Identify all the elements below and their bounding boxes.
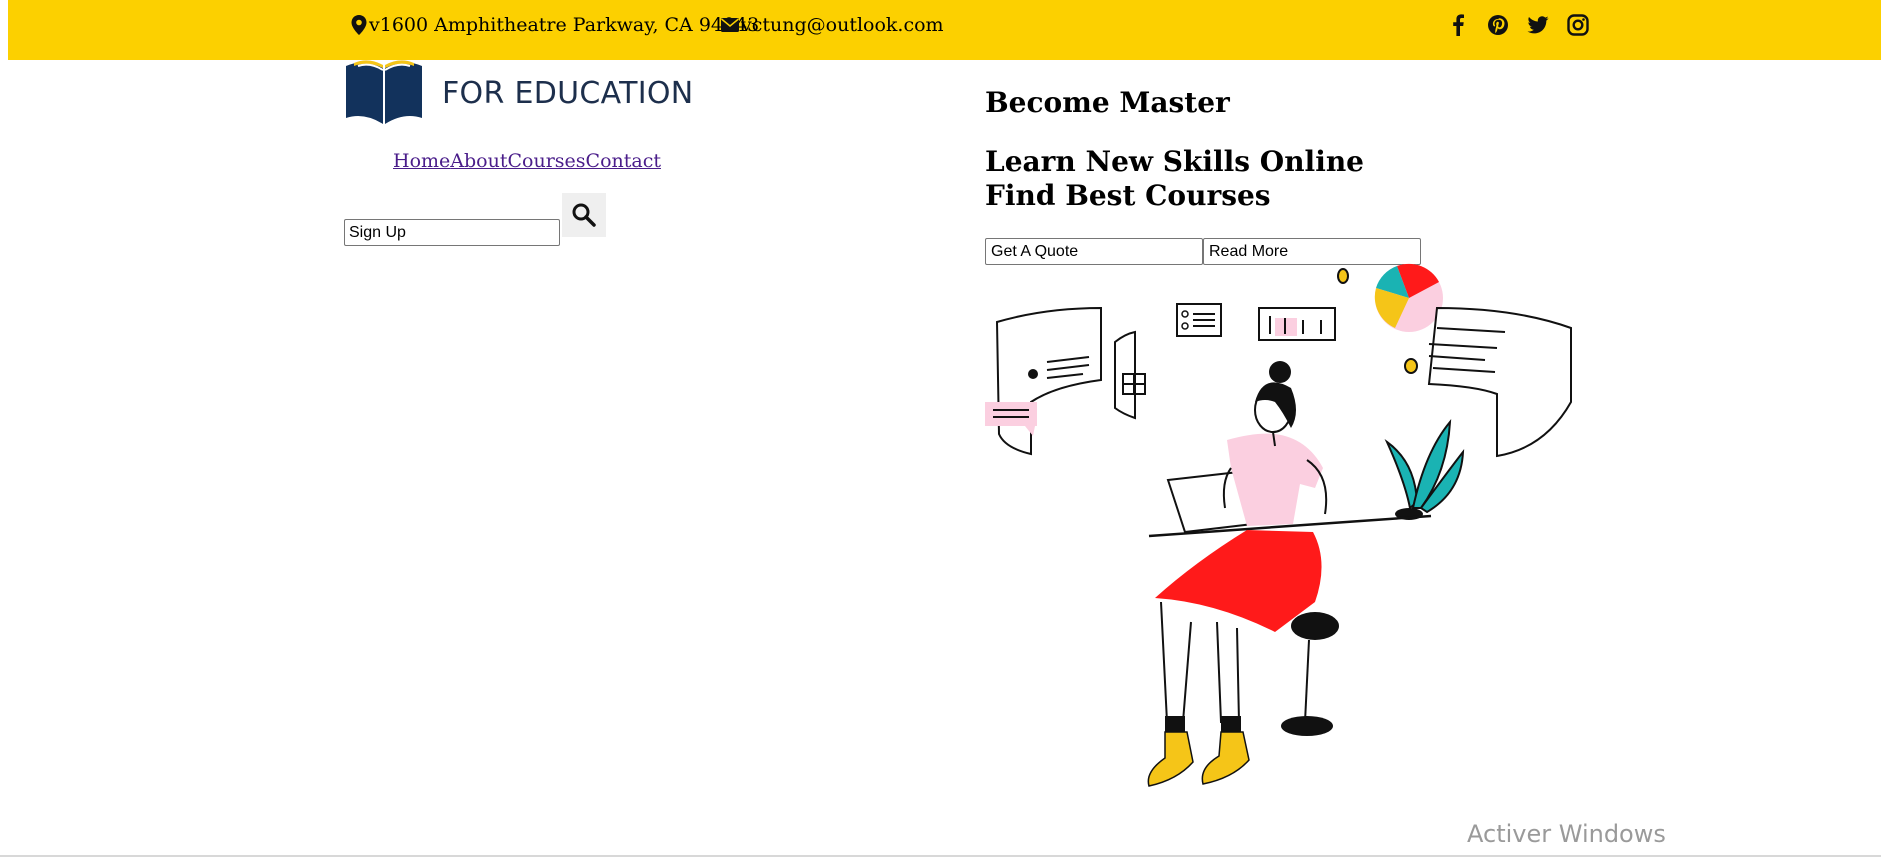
- twitter-icon[interactable]: [1526, 13, 1550, 37]
- pinterest-icon[interactable]: [1486, 13, 1510, 37]
- address-info: v1600 Amphitheatre Parkway, CA 94043: [350, 14, 759, 36]
- search-button[interactable]: [562, 193, 606, 237]
- hero-illustration: [985, 263, 1572, 787]
- hero-eyebrow: Become Master: [985, 86, 1230, 119]
- top-bar: v1600 Amphitheatre Parkway, CA 94043 vct…: [8, 0, 1881, 60]
- search-icon: [572, 203, 596, 227]
- instagram-icon[interactable]: [1566, 13, 1590, 37]
- nav-courses-link[interactable]: Courses: [507, 150, 585, 172]
- windows-activation-watermark: Activer Windows: [1467, 820, 1666, 848]
- get-quote-button[interactable]: [985, 238, 1203, 265]
- logo-text: FOR EDUCATION: [442, 75, 694, 111]
- hero-headline-line1: Learn New Skills Online: [985, 145, 1364, 178]
- location-pin-icon: [351, 15, 367, 35]
- main-nav: Home About Courses Contact: [393, 150, 661, 172]
- email-text: vctung@outlook.com: [741, 14, 944, 36]
- hero-headline: Learn New Skills Online Find Best Course…: [985, 145, 1364, 213]
- nav-about-link[interactable]: About: [450, 150, 507, 172]
- open-book-icon: [346, 60, 422, 124]
- nav-home-link[interactable]: Home: [393, 150, 450, 172]
- hero-headline-line2: Find Best Courses: [985, 179, 1271, 212]
- facebook-icon[interactable]: [1446, 13, 1470, 37]
- envelope-icon: [721, 18, 739, 32]
- address-text: v1600 Amphitheatre Parkway, CA 94043: [369, 14, 760, 36]
- email-info: vctung@outlook.com: [720, 14, 944, 36]
- read-more-button[interactable]: [1203, 238, 1421, 265]
- signup-input[interactable]: [344, 219, 560, 246]
- nav-contact-link[interactable]: Contact: [586, 150, 661, 172]
- social-links: [1446, 13, 1590, 37]
- site-logo[interactable]: FOR EDUCATION: [342, 60, 694, 126]
